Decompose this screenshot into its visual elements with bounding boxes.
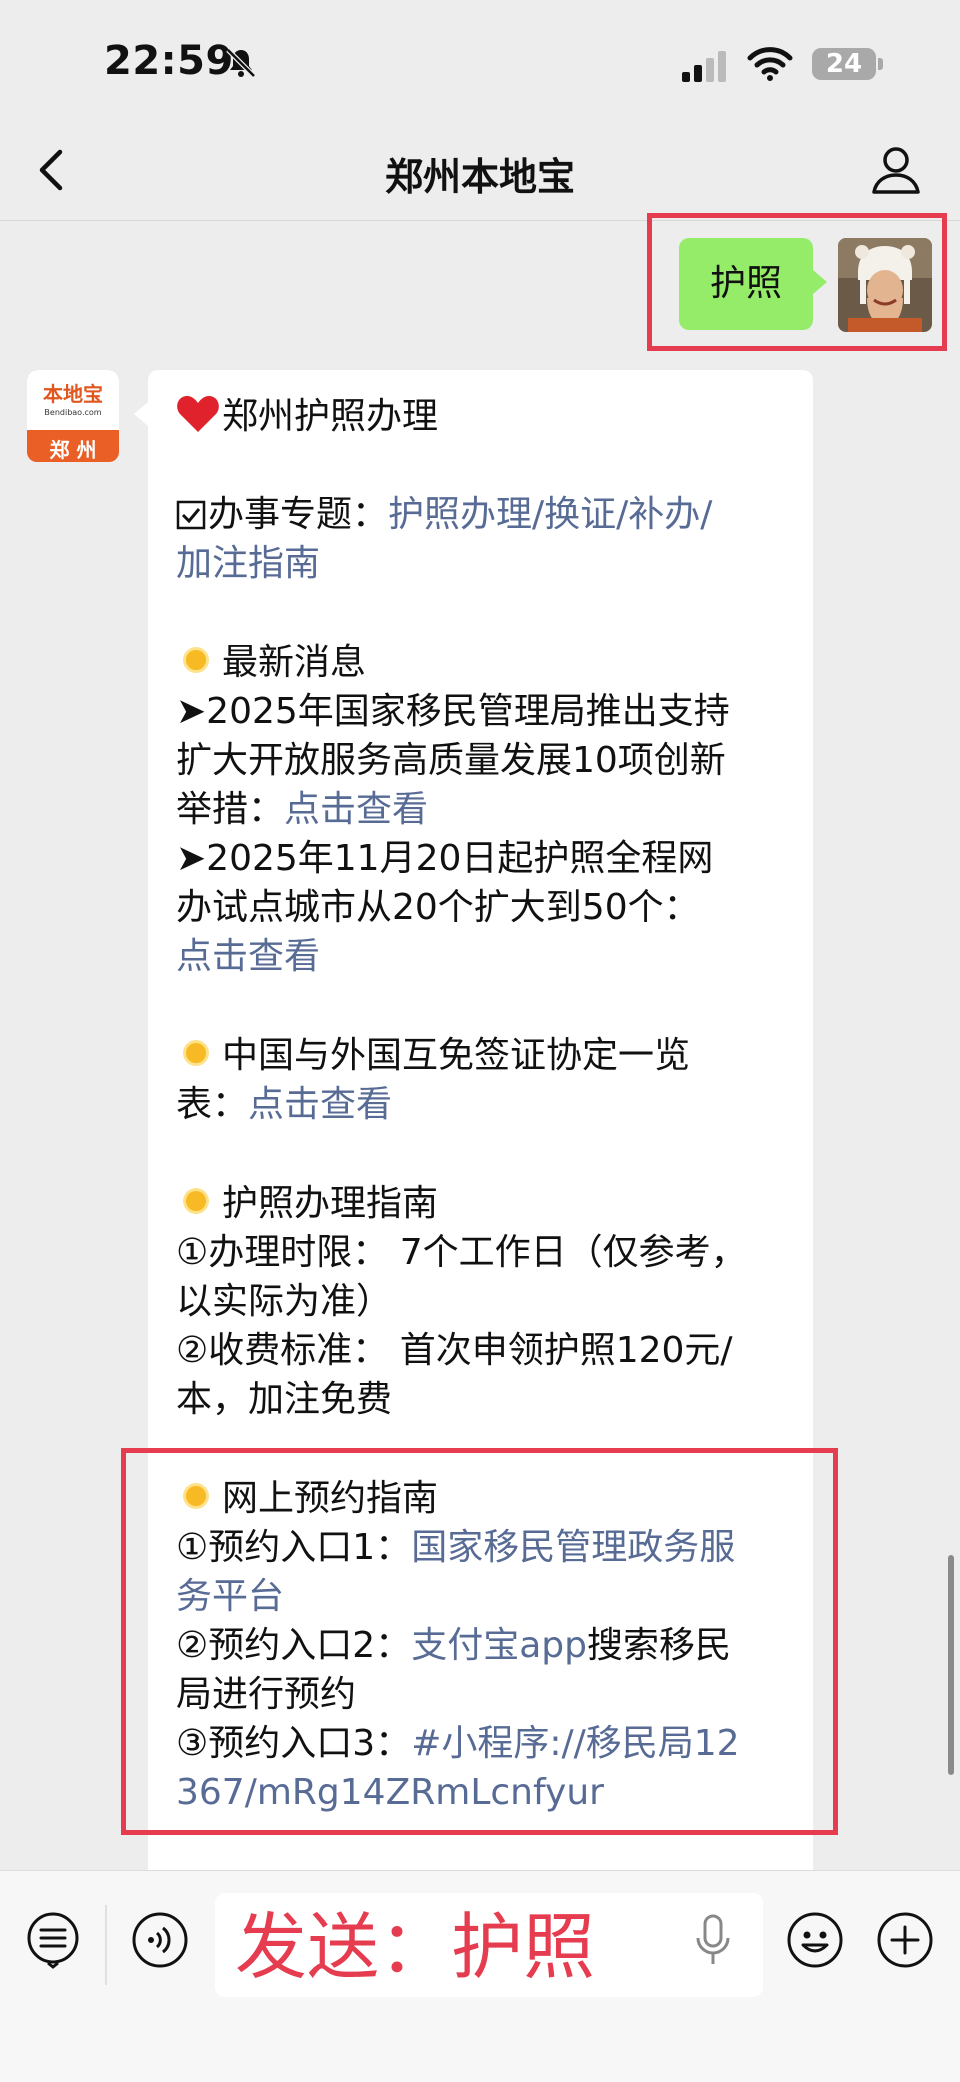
bendibao-avatar[interactable]: 本地宝 Bendibao.com 郑 州	[27, 370, 119, 462]
red-heart-icon	[177, 396, 219, 432]
brand-url-text: Bendibao.com	[44, 408, 102, 417]
cellular-signal-icon	[682, 51, 726, 82]
topic-link-continued[interactable]: 加注指南	[176, 539, 320, 588]
guide-line4: 本，加注免费	[176, 1379, 393, 1420]
news2-view-link[interactable]: 点击查看	[176, 932, 320, 981]
add-more-icon[interactable]	[876, 1911, 934, 1969]
news1-line3: 举措：点击查看	[176, 789, 429, 830]
checkbox-icon	[176, 500, 206, 530]
user-avatar[interactable]	[838, 238, 932, 332]
status-time: 22:59	[104, 38, 234, 84]
message-title: 郑州护照办理	[176, 392, 438, 441]
visa-line1: 中国与外国互免签证协定一览	[176, 1031, 690, 1080]
mini-program-link-continued[interactable]: 367/mRg14ZRmLcnfyur	[176, 1768, 604, 1817]
news1-view-link[interactable]: 点击查看	[284, 789, 428, 830]
profile-person-icon[interactable]	[868, 142, 924, 198]
chat-title: 郑州本地宝	[384, 155, 575, 199]
sun-icon	[176, 1476, 216, 1516]
sun-icon	[176, 1181, 216, 1221]
news-heading: 最新消息	[176, 638, 366, 687]
status-bar: 22:59 24	[0, 0, 960, 120]
guide-line2: 以实际为准）	[176, 1281, 393, 1322]
sent-message-bubble[interactable]: 护照	[679, 238, 827, 330]
sun-icon	[176, 640, 216, 680]
send-instruction-overlay: 发送：护照	[235, 1905, 596, 1989]
mini-program-link[interactable]: #小程序://移民局12	[411, 1723, 739, 1764]
mute-bell-icon	[226, 48, 256, 78]
sun-icon	[176, 1033, 216, 1073]
topic-line: 办事专题：护照办理/换证/补办/	[176, 490, 712, 539]
online-heading: 网上预约指南	[176, 1474, 438, 1523]
menu-list-icon[interactable]	[24, 1911, 82, 1969]
chat-scrollbar[interactable]	[948, 1555, 954, 1775]
guide-line3: ②收费标准： 首次申领护照120元/	[176, 1330, 733, 1371]
immigration-platform-link-continued[interactable]: 务平台	[176, 1572, 284, 1621]
online2-line2: 局进行预约	[176, 1674, 357, 1715]
news1-line2: 扩大开放服务高质量发展10项创新	[176, 740, 726, 781]
microphone-icon[interactable]	[693, 1912, 733, 1970]
news2-line1: ➤2025年11月20日起护照全程网	[176, 838, 714, 879]
input-divider	[105, 1905, 107, 1985]
online3-line1: ③预约入口3：#小程序://移民局12	[176, 1723, 740, 1764]
topic-link[interactable]: 护照办理/换证/补办/	[388, 494, 712, 535]
battery-indicator: 24	[812, 48, 876, 80]
emoji-icon[interactable]	[786, 1911, 844, 1969]
news1-line1: ➤2025年国家移民管理局推出支持	[176, 691, 730, 732]
news2-line2: 办试点城市从20个扩大到50个：	[176, 887, 700, 928]
guide-line1: ①办理时限： 7个工作日（仅参考，	[176, 1232, 747, 1273]
brand-logo-text: 本地宝	[43, 382, 103, 406]
battery-tip	[878, 58, 883, 70]
visa-line2: 表：点击查看	[176, 1084, 393, 1125]
online1-line1: ①预约入口1：国家移民管理政务服	[176, 1527, 736, 1568]
visa-view-link[interactable]: 点击查看	[248, 1084, 392, 1125]
guide-heading: 护照办理指南	[176, 1179, 438, 1228]
user-avatar-image	[838, 238, 932, 332]
alipay-app-link[interactable]: 支付宝app	[411, 1625, 587, 1666]
brand-city-text: 郑 州	[49, 438, 97, 462]
online2-line1: ②预约入口2：支付宝app搜索移民	[176, 1625, 731, 1666]
voice-input-icon[interactable]	[131, 1911, 189, 1969]
immigration-platform-link[interactable]: 国家移民管理政务服	[411, 1527, 735, 1568]
nav-bar: 郑州本地宝	[0, 120, 960, 221]
wifi-icon	[747, 47, 793, 81]
